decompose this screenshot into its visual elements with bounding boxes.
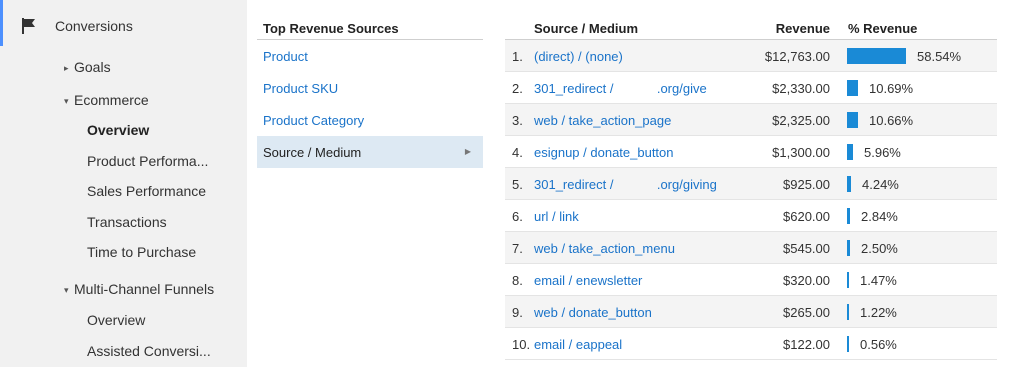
revenue-share-bar xyxy=(847,336,849,352)
revenue-share-bar xyxy=(847,272,849,288)
chevron-right-icon: ▶ xyxy=(464,147,471,156)
row-index: 4. xyxy=(512,145,523,160)
column-header-source: Source / Medium xyxy=(534,21,639,36)
revenue-value: $545.00 xyxy=(783,241,830,256)
source-medium-link[interactable]: 301_redirect / .org/giving xyxy=(534,177,717,192)
revenue-value: $265.00 xyxy=(783,305,830,320)
source-option-product-sku[interactable]: Product SKU xyxy=(257,72,483,104)
source-medium-link[interactable]: web / take_action_page xyxy=(534,113,671,128)
table-row: 6. url / link $620.00 2.84% xyxy=(505,200,997,232)
row-index: 8. xyxy=(512,273,523,288)
source-medium-link[interactable]: esignup / donate_button xyxy=(534,145,674,160)
source-medium-link[interactable]: email / enewsletter xyxy=(534,273,642,288)
row-index: 3. xyxy=(512,113,523,128)
revenue-share-bar xyxy=(847,304,849,320)
source-medium-link[interactable]: web / take_action_menu xyxy=(534,241,675,256)
source-option-label: Product xyxy=(263,49,308,64)
revenue-value: $122.00 xyxy=(783,337,830,352)
source-medium-link[interactable]: url / link xyxy=(534,209,579,224)
revenue-value: $2,330.00 xyxy=(772,81,830,96)
expand-triangle-icon: ▸ xyxy=(64,63,69,73)
revenue-percent: 0.56% xyxy=(860,337,897,352)
table-row: 1. (direct) / (none) $12,763.00 58.54% xyxy=(505,40,997,72)
source-option-product-category[interactable]: Product Category xyxy=(257,104,483,136)
sidebar: Conversions ▸ Goals ▾ Ecommerce Overview P… xyxy=(0,0,247,367)
table-row: 7. web / take_action_menu $545.00 2.50% xyxy=(505,232,997,264)
sidebar-item-mcf-overview[interactable]: Overview xyxy=(87,312,145,328)
table-row: 5. 301_redirect / .org/giving $925.00 4.24% xyxy=(505,168,997,200)
table-row: 10. email / eappeal $122.00 0.56% xyxy=(505,328,997,360)
sidebar-section-conversions[interactable]: Conversions xyxy=(0,0,247,46)
revenue-value: $925.00 xyxy=(783,177,830,192)
table-row: 3. web / take_action_page $2,325.00 10.66% xyxy=(505,104,997,136)
revenue-share-bar xyxy=(847,80,858,96)
source-medium-table: Source / Medium Revenue % Revenue 1. (dir… xyxy=(505,0,997,367)
revenue-percent: 10.66% xyxy=(869,113,914,128)
sidebar-item-ecommerce-overview[interactable]: Overview xyxy=(87,122,149,138)
column-header-pct-revenue: % Revenue xyxy=(848,21,918,36)
sidebar-item-assisted-conversions[interactable]: Assisted Conversi... xyxy=(87,343,211,359)
revenue-percent: 5.96% xyxy=(864,145,901,160)
table-header: Source / Medium Revenue % Revenue xyxy=(505,12,997,40)
revenue-share-bar xyxy=(847,48,906,64)
sidebar-item-ecommerce[interactable]: ▾ Ecommerce xyxy=(64,92,149,108)
sidebar-section-label: Conversions xyxy=(55,18,133,34)
revenue-percent: 10.69% xyxy=(869,81,914,96)
revenue-share-bar xyxy=(847,176,851,192)
sidebar-item-product-performance[interactable]: Product Performa... xyxy=(87,153,208,169)
sidebar-item-label: Goals xyxy=(74,59,111,75)
flag-icon xyxy=(22,18,35,34)
collapse-triangle-icon: ▾ xyxy=(64,96,69,106)
revenue-percent: 1.22% xyxy=(860,305,897,320)
sidebar-item-label: Ecommerce xyxy=(74,92,149,108)
sidebar-item-transactions[interactable]: Transactions xyxy=(87,214,167,230)
table-row: 4. esignup / donate_button $1,300.00 5.96% xyxy=(505,136,997,168)
revenue-share-bar xyxy=(847,208,850,224)
revenue-percent: 58.54% xyxy=(917,49,962,64)
revenue-percent: 2.84% xyxy=(861,209,898,224)
source-medium-link[interactable]: email / eappeal xyxy=(534,337,622,352)
source-medium-link[interactable]: web / donate_button xyxy=(534,305,652,320)
sidebar-item-time-to-purchase[interactable]: Time to Purchase xyxy=(87,244,196,260)
source-medium-link[interactable]: 301_redirect / .org/give xyxy=(534,81,707,96)
panel-title: Top Revenue Sources xyxy=(263,21,399,36)
source-option-label: Source / Medium xyxy=(263,145,362,160)
table-row: 8. email / enewsletter $320.00 1.47% xyxy=(505,264,997,296)
table-row: 2. 301_redirect / .org/give $2,330.00 10.69… xyxy=(505,72,997,104)
sidebar-item-multi-channel-funnels[interactable]: ▾ Multi-Channel Funnels xyxy=(64,281,214,297)
collapse-triangle-icon: ▾ xyxy=(64,285,69,295)
column-header-revenue: Revenue xyxy=(775,21,830,36)
source-option-label: Product SKU xyxy=(263,81,339,96)
source-option-source-medium[interactable]: Source / Medium ▶ xyxy=(257,136,483,168)
revenue-percent: 1.47% xyxy=(860,273,897,288)
sidebar-item-label: Multi-Channel Funnels xyxy=(74,281,215,297)
row-index: 10. xyxy=(512,337,531,352)
source-option-label: Product Category xyxy=(263,113,365,128)
revenue-percent: 2.50% xyxy=(861,241,898,256)
revenue-value: $1,300.00 xyxy=(772,145,830,160)
row-index: 6. xyxy=(512,209,523,224)
revenue-value: $320.00 xyxy=(783,273,830,288)
revenue-value: $12,763.00 xyxy=(764,49,830,64)
table-row: 9. web / donate_button $265.00 1.22% xyxy=(505,296,997,328)
panel-header: Top Revenue Sources xyxy=(257,12,483,40)
revenue-value: $2,325.00 xyxy=(772,113,830,128)
revenue-share-bar xyxy=(847,112,858,128)
sidebar-item-sales-performance[interactable]: Sales Performance xyxy=(87,183,206,199)
revenue-share-bar xyxy=(847,144,853,160)
sidebar-item-goals[interactable]: ▸ Goals xyxy=(64,59,111,75)
row-index: 7. xyxy=(512,241,523,256)
row-index: 2. xyxy=(512,81,523,96)
revenue-value: $620.00 xyxy=(783,209,830,224)
row-index: 1. xyxy=(512,49,523,64)
source-option-product[interactable]: Product xyxy=(257,40,483,72)
row-index: 9. xyxy=(512,305,523,320)
revenue-percent: 4.24% xyxy=(862,177,899,192)
source-medium-link[interactable]: (direct) / (none) xyxy=(534,49,623,64)
row-index: 5. xyxy=(512,177,523,192)
revenue-share-bar xyxy=(847,240,850,256)
revenue-sources-panel: Top Revenue Sources Product Product SKU … xyxy=(257,0,483,367)
